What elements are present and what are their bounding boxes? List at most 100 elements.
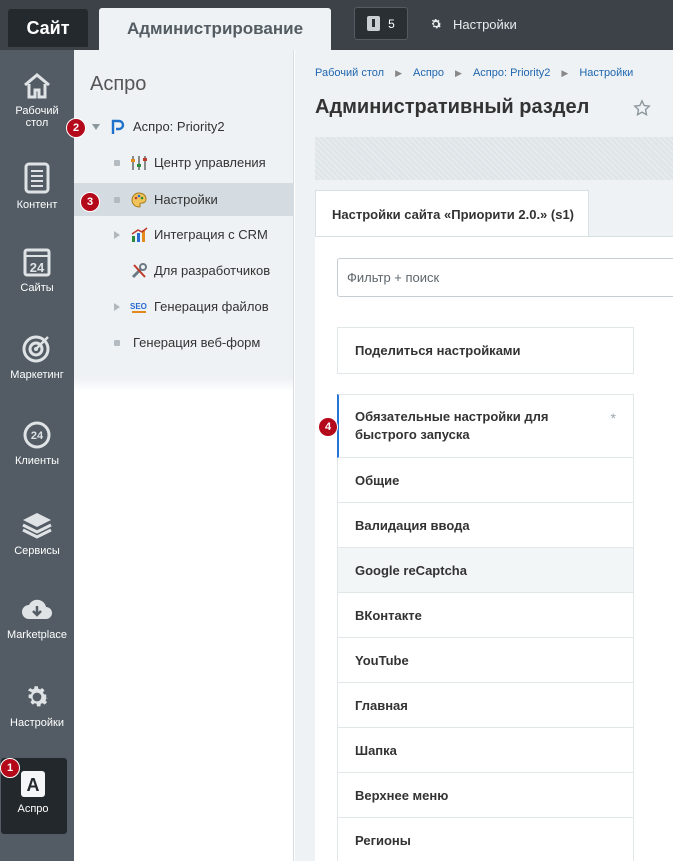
nav-desktop-label: Рабочий стол	[15, 105, 59, 129]
nav-clients-label: Клиенты	[14, 455, 60, 467]
expand-arrow-icon[interactable]	[114, 230, 120, 239]
chart-icon	[131, 226, 148, 242]
home-icon	[24, 73, 50, 99]
section-quick-start[interactable]: Обязательные настройки для быстрого запу…	[337, 394, 634, 458]
collapse-arrow-icon[interactable]	[92, 123, 100, 130]
step-badge-1: 1	[0, 758, 20, 778]
document-icon	[24, 162, 50, 194]
gear-icon	[27, 686, 49, 707]
section-item[interactable]: Главная	[337, 683, 634, 728]
bullet-icon	[114, 339, 120, 346]
nav-settings[interactable]: Настройки	[0, 682, 74, 729]
nav-services-label: Сервисы	[14, 545, 60, 557]
toolbar-area	[315, 137, 673, 180]
tools-icon	[131, 262, 147, 278]
top-settings-link[interactable]: Настройки	[429, 13, 517, 35]
chat-24-icon: 24	[23, 421, 51, 449]
sliders-icon	[131, 155, 147, 170]
settings-panel: Фильтр + поиск Поделиться настройками Об…	[315, 236, 673, 861]
nav-marketing-label: Маркетинг	[10, 369, 64, 381]
notifications-count: 5	[388, 16, 395, 31]
section-quick-start-label: Обязательные настройки для быстрого запу…	[355, 408, 548, 444]
bullet-icon	[114, 159, 120, 166]
info-icon	[367, 16, 381, 31]
top-settings-label: Настройки	[453, 16, 517, 32]
aspro-logo-icon	[111, 119, 125, 134]
svg-text:24: 24	[30, 260, 45, 275]
bullet-icon	[114, 196, 120, 203]
svg-text:24: 24	[31, 430, 44, 442]
tree-item-crm[interactable]: Интеграция с CRM	[74, 218, 294, 251]
tree-item-file-generation[interactable]: SEO Генерация файлов	[74, 290, 294, 323]
left-nav: Рабочий стол Контент 24 Сайты Маркетинг …	[0, 50, 74, 861]
section-label-line2: быстрого запуска	[355, 427, 470, 442]
nav-clients[interactable]: 24 Клиенты	[0, 420, 74, 467]
section-item[interactable]: Валидация ввода	[337, 503, 634, 548]
star-icon[interactable]	[633, 99, 651, 117]
tree-panel: Аспро Аспро: Priority2 Центр управления …	[74, 50, 294, 861]
tab-site-settings[interactable]: Настройки сайта «Приорити 2.0.» (s1)	[315, 190, 589, 237]
tree-item-settings[interactable]: Настройки	[74, 183, 294, 216]
breadcrumb: Рабочий стол ▶ Аспро ▶ Аспро: Priority2 …	[315, 67, 633, 79]
tree-item-label: Генерация веб-форм	[133, 335, 261, 350]
nav-sites-label: Сайты	[20, 282, 54, 294]
nav-content-label: Контент	[16, 199, 58, 211]
palette-icon	[131, 191, 147, 208]
step-badge-3: 3	[80, 192, 100, 212]
tree-item-label: Центр управления	[154, 155, 266, 170]
nav-services[interactable]: Сервисы	[0, 510, 74, 557]
tree-item-webform-generation[interactable]: Генерация веб-форм	[74, 326, 294, 359]
step-badge-4: 4	[318, 417, 338, 437]
breadcrumb-item[interactable]: Аспро	[413, 67, 444, 79]
tree-item-developers[interactable]: Для разработчиков	[74, 254, 294, 287]
tree-fade	[74, 378, 293, 392]
svg-text:SEO: SEO	[130, 302, 147, 311]
nav-marketing[interactable]: Маркетинг	[0, 332, 74, 381]
section-item[interactable]: YouTube	[337, 638, 634, 683]
breadcrumb-separator-icon: ▶	[561, 67, 569, 78]
tree-item-label: Генерация файлов	[154, 299, 269, 314]
notifications-button[interactable]: 5	[354, 7, 408, 40]
tree-root-label: Аспро: Priority2	[133, 119, 225, 134]
section-item[interactable]: Общие	[337, 458, 634, 503]
top-bar: Сайт Администрирование 5 Настройки	[0, 0, 673, 50]
section-label-line1: Обязательные настройки для	[355, 409, 549, 424]
settings-sections-list: Обязательные настройки для быстрого запу…	[337, 394, 634, 861]
aspro-a-icon: A	[21, 771, 45, 797]
filter-search-input[interactable]: Фильтр + поиск	[337, 258, 673, 297]
section-item[interactable]: Регионы	[337, 818, 634, 861]
section-item[interactable]: Шапка	[337, 728, 634, 773]
aspro-letter: A	[27, 775, 40, 795]
tree-item-label: Для разработчиков	[154, 263, 271, 278]
admin-tab[interactable]: Администрирование	[99, 8, 331, 50]
nav-aspro-label: Аспро	[17, 803, 49, 815]
tree-title: Аспро	[90, 73, 147, 95]
share-settings-button[interactable]: Поделиться настройками	[337, 327, 634, 374]
section-item[interactable]: Google reCaptcha	[337, 548, 634, 593]
cloud-download-icon	[22, 599, 52, 619]
section-item[interactable]: Верхнее меню	[337, 773, 634, 818]
breadcrumb-item[interactable]: Рабочий стол	[315, 67, 384, 79]
tree-empty-area	[74, 392, 293, 861]
breadcrumb-separator-icon: ▶	[395, 67, 402, 78]
calendar-24-icon: 24	[23, 248, 51, 277]
nav-content[interactable]: Контент	[0, 162, 74, 211]
nav-marketplace-label: Marketplace	[7, 629, 67, 641]
tree-item-label: Настройки	[154, 192, 218, 207]
nav-desktop[interactable]: Рабочий стол	[0, 72, 74, 129]
nav-marketplace[interactable]: Marketplace	[0, 596, 74, 641]
expand-arrow-icon[interactable]	[114, 302, 120, 311]
breadcrumb-separator-icon: ▶	[455, 67, 462, 78]
page-title: Административный раздел	[315, 96, 590, 118]
breadcrumb-item[interactable]: Аспро: Priority2	[473, 67, 550, 79]
main-content: Рабочий стол ▶ Аспро ▶ Аспро: Priority2 …	[295, 50, 673, 861]
seo-icon: SEO	[130, 302, 147, 313]
breadcrumb-item[interactable]: Настройки	[579, 67, 633, 79]
section-item[interactable]: ВКонтакте	[337, 593, 634, 638]
site-tab[interactable]: Сайт	[8, 9, 88, 47]
nav-sites[interactable]: 24 Сайты	[0, 247, 74, 294]
gear-icon	[431, 18, 442, 29]
tree-root[interactable]: Аспро: Priority2	[74, 110, 294, 143]
layers-icon	[22, 513, 52, 539]
tree-item-control-center[interactable]: Центр управления	[74, 146, 294, 179]
